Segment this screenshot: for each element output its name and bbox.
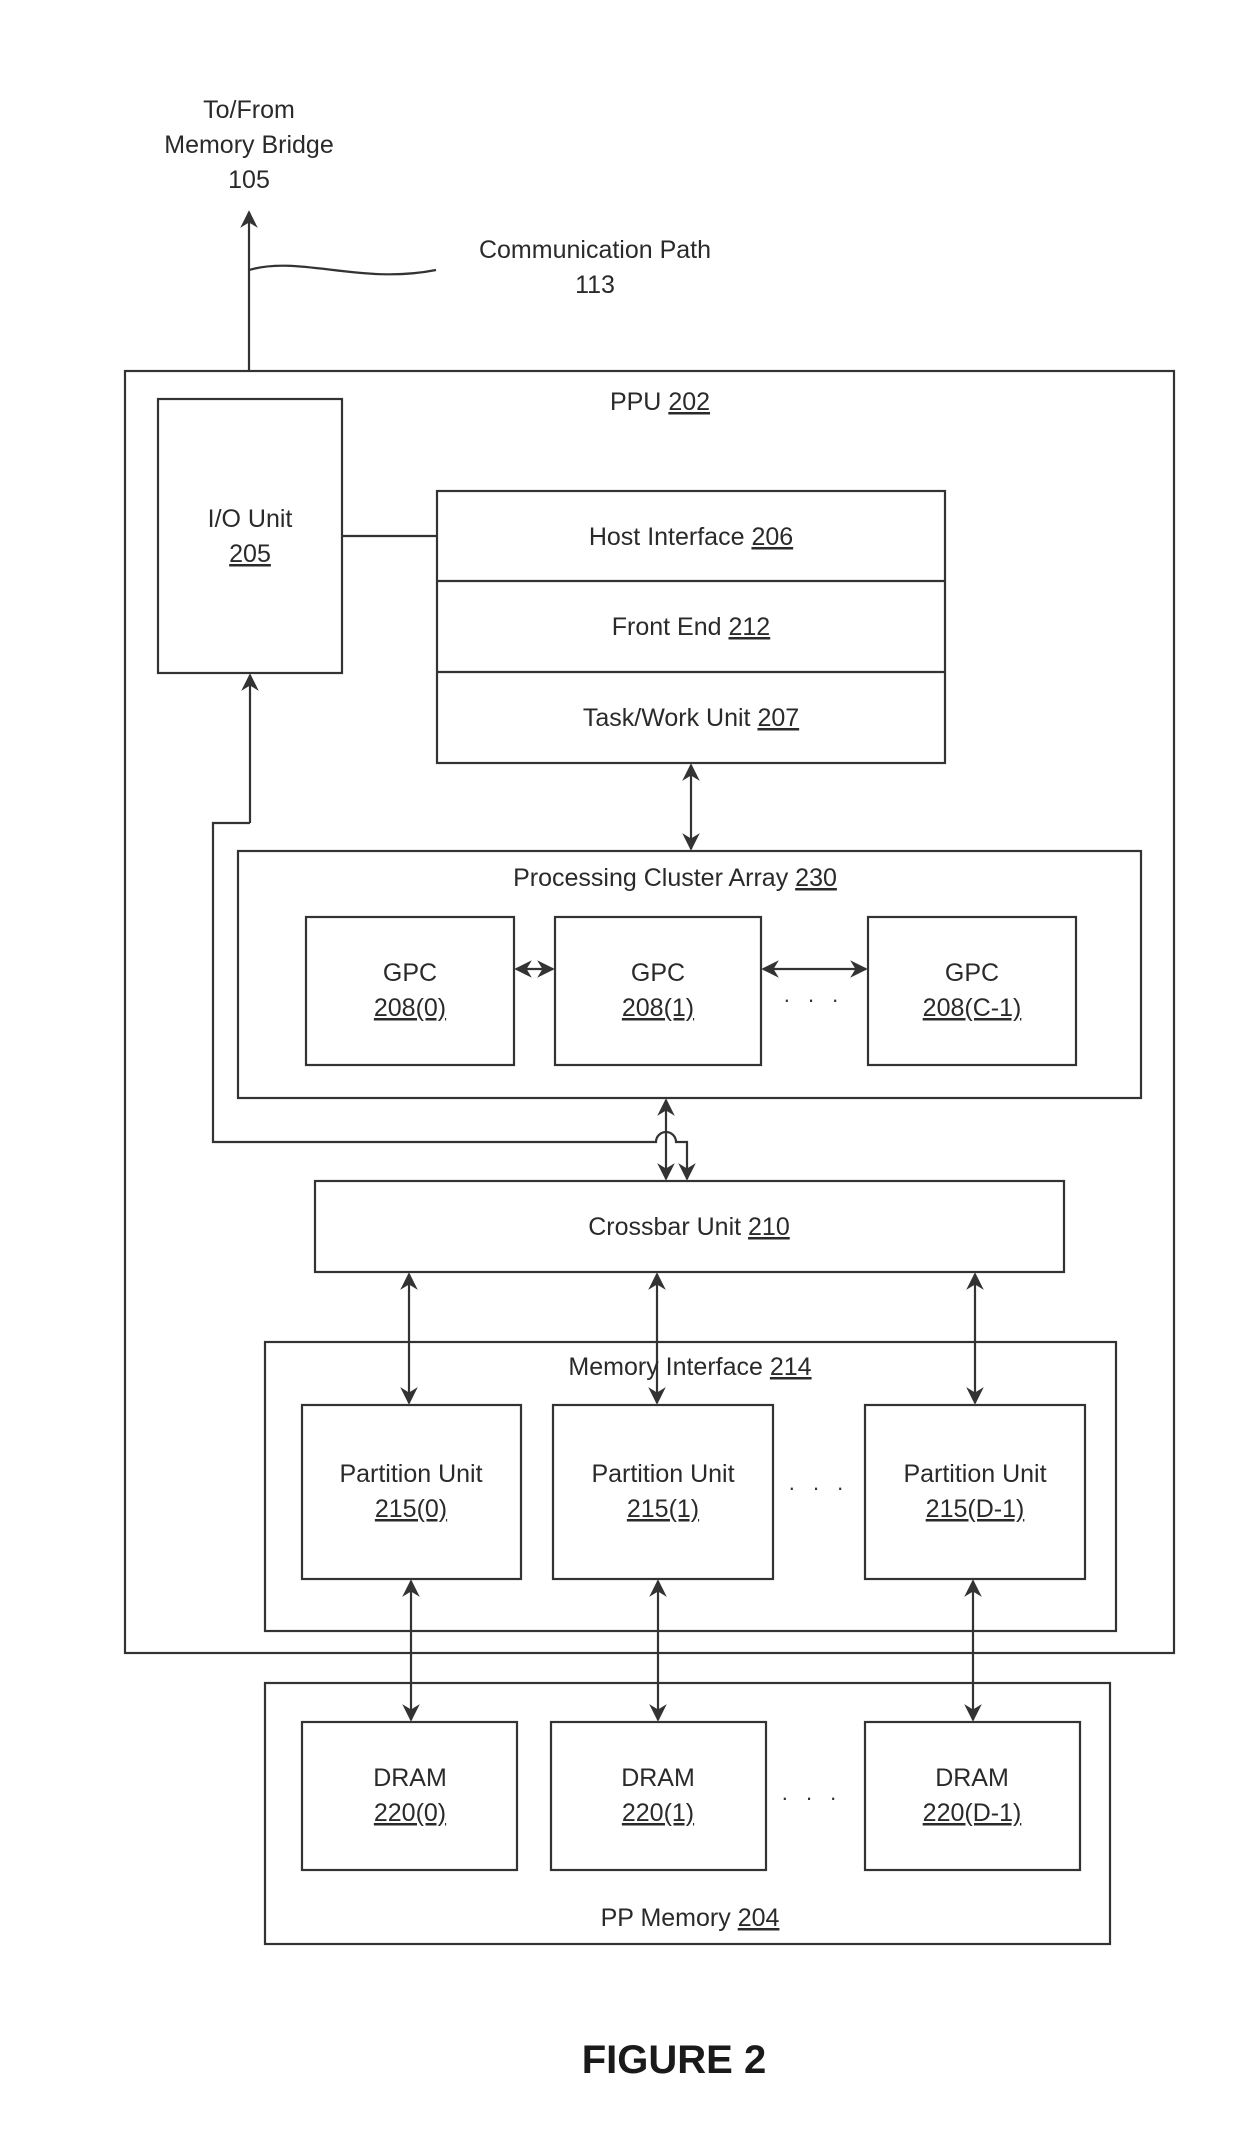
host-interface-label: Host Interface 206	[589, 523, 793, 551]
dram-ref: 220(D-1)	[923, 1799, 1022, 1827]
memory-interface-label: Memory Interface 214	[568, 1353, 811, 1381]
memory-bridge-label-line1: To/From	[203, 96, 295, 124]
ppu-label: PPU 202	[610, 388, 710, 416]
dram-label: DRAM	[935, 1764, 1009, 1792]
dram-label: DRAM	[373, 1764, 447, 1792]
front-end-label: Front End 212	[612, 613, 770, 641]
communication-path-ref: 113	[575, 271, 615, 299]
gpc-label: GPC	[631, 959, 685, 987]
gpc-ellipsis: . . .	[784, 982, 845, 1007]
partition-unit-ref: 215(D-1)	[926, 1495, 1025, 1523]
partition-unit-ref: 215(1)	[627, 1495, 699, 1523]
figure-caption: FIGURE 2	[582, 2038, 766, 2082]
communication-path-label: Communication Path	[479, 236, 711, 264]
dram-ref: 220(1)	[622, 1799, 694, 1827]
io-unit-label: I/O Unit	[208, 505, 293, 533]
dram-ref: 220(0)	[374, 1799, 446, 1827]
dram-box	[300, 1720, 519, 1872]
gpc-label: GPC	[383, 959, 437, 987]
partition-unit-label: Partition Unit	[591, 1460, 734, 1488]
dram-label: DRAM	[621, 1764, 695, 1792]
partition-unit-box	[863, 1403, 1087, 1581]
gpc-box	[866, 915, 1078, 1067]
gpc-label: GPC	[945, 959, 999, 987]
partition-unit-box	[300, 1403, 523, 1581]
partition-unit-label: Partition Unit	[903, 1460, 1046, 1488]
partition-unit-label: Partition Unit	[339, 1460, 482, 1488]
io-unit-ref: 205	[229, 540, 271, 568]
dram-box	[549, 1720, 768, 1872]
gpc-ref: 208(1)	[622, 994, 694, 1022]
ppu-block-diagram: To/From Memory Bridge 105 Communication …	[123, 96, 1176, 2082]
communication-path-leader	[248, 264, 437, 276]
task-work-unit-label: Task/Work Unit 207	[583, 704, 799, 732]
crossbar-label: Crossbar Unit 210	[588, 1213, 790, 1241]
gpc-box	[304, 915, 516, 1067]
dram-box	[863, 1720, 1082, 1872]
memory-bridge-label-line2: Memory Bridge	[164, 131, 334, 159]
partition-unit-box	[551, 1403, 775, 1581]
pca-label: Processing Cluster Array 230	[513, 864, 837, 892]
io-unit-box	[156, 397, 344, 675]
gpc-ref: 208(0)	[374, 994, 446, 1022]
memory-bridge-ref: 105	[228, 166, 270, 194]
pp-memory-label: PP Memory 204	[601, 1904, 780, 1932]
dram-ellipsis: . . .	[782, 1780, 843, 1805]
partition-ellipsis: . . .	[789, 1470, 850, 1495]
gpc-ref: 208(C-1)	[923, 994, 1022, 1022]
partition-unit-ref: 215(0)	[375, 1495, 447, 1523]
gpc-box	[553, 915, 763, 1067]
